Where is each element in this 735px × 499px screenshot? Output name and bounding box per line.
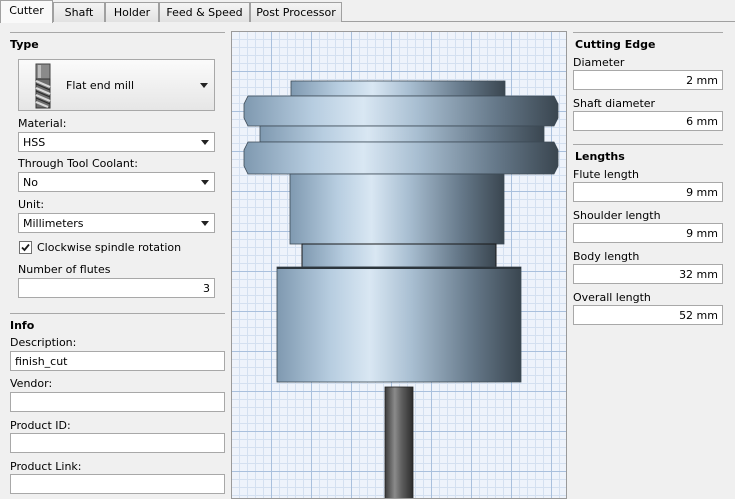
overall-length-label: Overall length bbox=[573, 291, 651, 304]
holder-flange-upper bbox=[243, 95, 559, 127]
material-select[interactable]: HSS bbox=[18, 132, 215, 152]
checkmark-icon bbox=[21, 243, 30, 252]
shaft-diameter-input[interactable]: 6 mm bbox=[573, 111, 723, 131]
cutter-shaft bbox=[384, 386, 414, 498]
right-panel: Cutting Edge Diameter 2 mm Shaft diamete… bbox=[568, 23, 735, 499]
coolant-select[interactable]: No bbox=[18, 172, 215, 192]
clockwise-label[interactable]: Clockwise spindle rotation bbox=[37, 241, 181, 254]
tab-feed-speed[interactable]: Feed & Speed bbox=[159, 2, 250, 22]
holder-top-cap bbox=[290, 80, 506, 97]
coolant-value: No bbox=[23, 176, 38, 189]
vendor-input[interactable] bbox=[10, 392, 225, 412]
shoulder-length-input[interactable]: 9 mm bbox=[573, 223, 723, 243]
type-section-title: Type bbox=[10, 38, 39, 51]
left-panel: Type Flat end mill Material: HSS Through… bbox=[0, 23, 230, 499]
holder-nut bbox=[276, 266, 522, 383]
tool-type-dropdown[interactable]: Flat end mill bbox=[18, 59, 215, 111]
type-divider bbox=[10, 32, 225, 33]
product-id-label: Product ID: bbox=[10, 419, 71, 432]
info-divider bbox=[10, 313, 225, 314]
body-length-label: Body length bbox=[573, 250, 640, 263]
unit-value: Millimeters bbox=[23, 217, 84, 230]
holder-groove bbox=[259, 125, 545, 143]
product-link-label: Product Link: bbox=[10, 460, 82, 473]
description-input[interactable]: finish_cut bbox=[10, 351, 225, 371]
cutting-edge-divider bbox=[573, 32, 723, 33]
chevron-down-icon bbox=[201, 140, 209, 145]
tab-bar: Cutter Shaft Holder Feed & Speed Post Pr… bbox=[0, 0, 735, 23]
cutting-edge-title: Cutting Edge bbox=[575, 38, 656, 51]
tool-type-label: Flat end mill bbox=[66, 79, 135, 92]
flute-length-label: Flute length bbox=[573, 168, 639, 181]
end-mill-icon bbox=[29, 63, 57, 109]
tool-preview-canvas[interactable] bbox=[231, 31, 567, 499]
clockwise-checkbox[interactable] bbox=[19, 241, 32, 254]
shaft-diameter-label: Shaft diameter bbox=[573, 97, 656, 110]
diameter-label: Diameter bbox=[573, 56, 625, 69]
product-id-input[interactable] bbox=[10, 433, 225, 453]
holder-flange-lower bbox=[243, 141, 559, 175]
info-section-title: Info bbox=[10, 319, 35, 332]
chevron-down-icon bbox=[201, 180, 209, 185]
holder-neck bbox=[289, 173, 505, 245]
holder-collar bbox=[301, 243, 497, 268]
chevron-down-icon bbox=[200, 83, 208, 88]
overall-length-input[interactable]: 52 mm bbox=[573, 305, 723, 325]
flute-length-input[interactable]: 9 mm bbox=[573, 182, 723, 202]
lengths-title: Lengths bbox=[575, 150, 625, 163]
flutes-input[interactable]: 3 bbox=[18, 278, 215, 298]
tab-shaft[interactable]: Shaft bbox=[53, 2, 105, 22]
material-label: Material: bbox=[18, 117, 67, 130]
tab-holder[interactable]: Holder bbox=[105, 2, 159, 22]
body-length-input[interactable]: 32 mm bbox=[573, 264, 723, 284]
chevron-down-icon bbox=[201, 221, 209, 226]
shoulder-length-label: Shoulder length bbox=[573, 209, 661, 222]
unit-label: Unit: bbox=[18, 198, 45, 211]
material-value: HSS bbox=[23, 136, 46, 149]
flutes-label: Number of flutes bbox=[18, 263, 111, 276]
lengths-divider bbox=[573, 144, 723, 145]
coolant-label: Through Tool Coolant: bbox=[18, 157, 138, 170]
product-link-input[interactable] bbox=[10, 474, 225, 494]
tool-holder-preview bbox=[243, 80, 559, 498]
description-label: Description: bbox=[10, 336, 77, 349]
tab-post-processor[interactable]: Post Processor bbox=[250, 2, 342, 22]
vendor-label: Vendor: bbox=[10, 377, 53, 390]
unit-select[interactable]: Millimeters bbox=[18, 213, 215, 233]
diameter-input[interactable]: 2 mm bbox=[573, 70, 723, 90]
tab-cutter[interactable]: Cutter bbox=[0, 0, 53, 23]
